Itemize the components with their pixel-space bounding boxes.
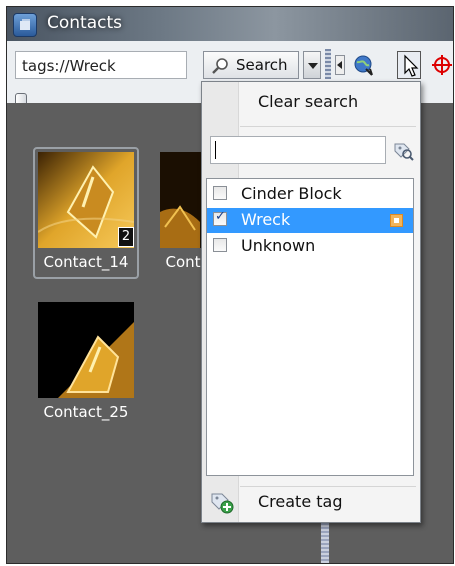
menu-separator — [240, 126, 416, 127]
contacts-window: Contacts tags://Wreck Search 2 Contact_1… — [6, 6, 454, 564]
toolbar-splitter[interactable] — [325, 49, 331, 79]
contact-name: Contact_14 — [43, 253, 129, 271]
contacts-app-icon — [13, 13, 37, 37]
tag-checkbox[interactable] — [213, 186, 227, 200]
search-button[interactable]: Search — [203, 51, 299, 79]
globe-icon[interactable] — [353, 53, 375, 77]
magnifier-icon — [212, 58, 228, 74]
tag-label: Wreck — [241, 210, 291, 229]
tag-list: Cinder Block Wreck Unknown — [206, 178, 414, 476]
clear-search-label: Clear search — [258, 92, 359, 111]
delete-tag-icon[interactable] — [390, 214, 403, 227]
title-bar: Contacts — [7, 7, 453, 41]
back-arrow-button[interactable] — [335, 55, 345, 75]
search-dropdown-button[interactable] — [303, 51, 321, 79]
tag-filter-input[interactable] — [210, 136, 386, 164]
sonar-image-contact-25 — [38, 302, 134, 398]
tag-row-cinder-block[interactable]: Cinder Block — [207, 182, 413, 207]
tag-row-wreck[interactable]: Wreck — [207, 208, 413, 233]
contact-count-badge: 2 — [118, 227, 134, 247]
pointer-tool-button[interactable] — [397, 51, 421, 79]
create-tag-label: Create tag — [258, 492, 343, 511]
tag-row-unknown[interactable]: Unknown — [207, 234, 413, 259]
tag-label: Unknown — [241, 236, 316, 255]
tag-label: Cinder Block — [241, 184, 342, 203]
clear-search-item[interactable]: Clear search — [202, 82, 420, 122]
tag-checkbox[interactable] — [213, 238, 227, 252]
tag-search-icon[interactable] — [392, 140, 414, 162]
create-tag-item[interactable]: Create tag — [202, 482, 420, 522]
search-button-label: Search — [236, 56, 288, 74]
search-dropdown-menu: Clear search Cinder Block Wreck Unk — [201, 81, 421, 523]
crosshair-icon[interactable] — [431, 53, 453, 77]
cursor-arrow-icon — [404, 54, 419, 77]
tag-checkbox-checked[interactable] — [213, 209, 227, 226]
text-caret — [215, 141, 216, 159]
new-tag-icon — [211, 493, 234, 514]
tag-query-input[interactable]: tags://Wreck — [15, 51, 187, 79]
contact-name: Contact_25 — [43, 403, 129, 421]
window-title: Contacts — [47, 13, 122, 33]
